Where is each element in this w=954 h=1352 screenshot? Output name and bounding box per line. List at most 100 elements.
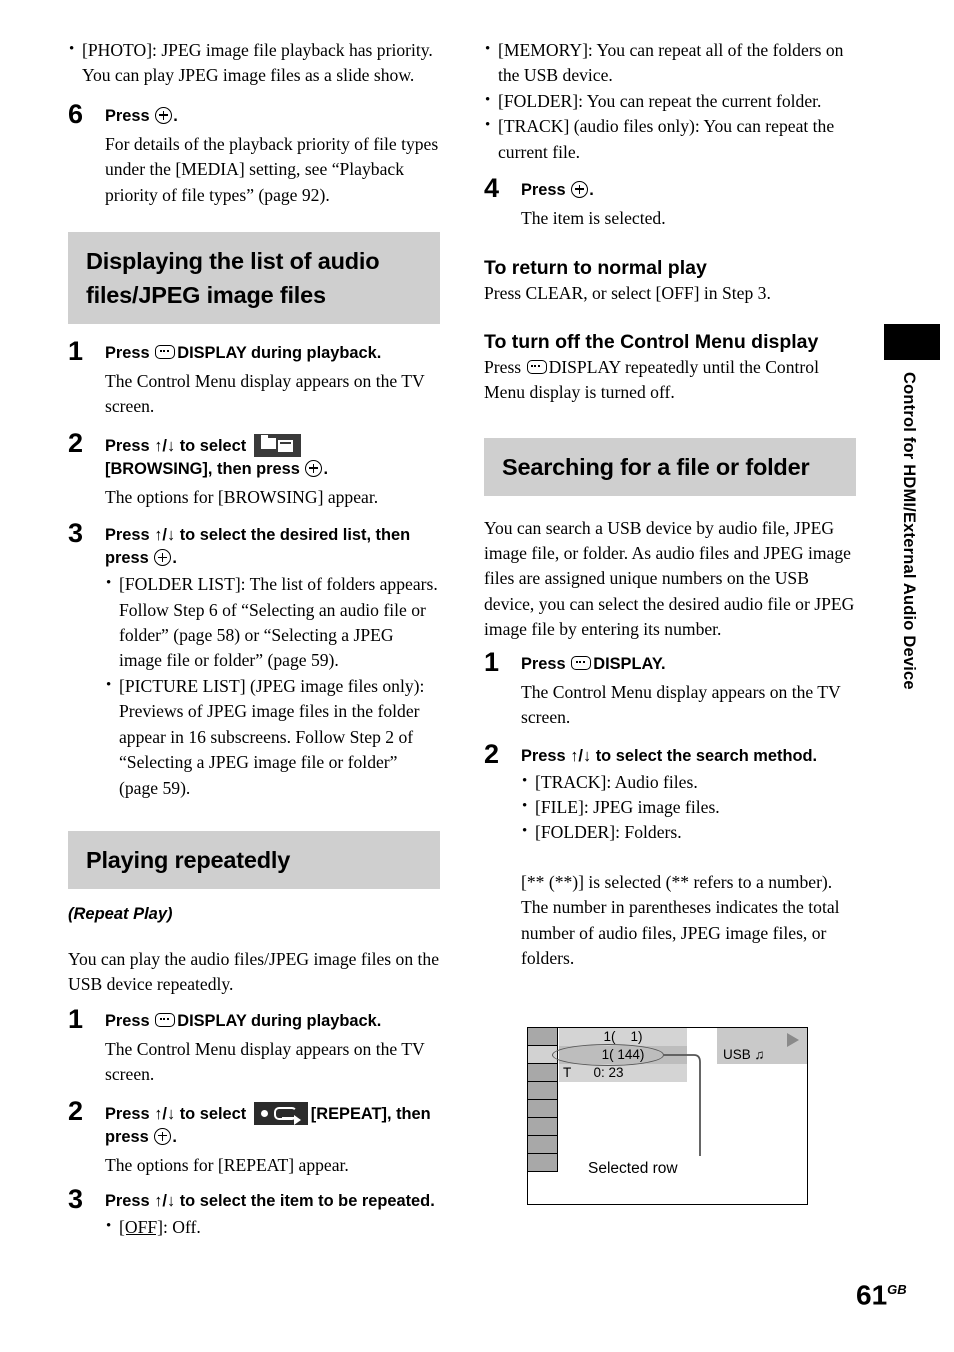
list-item: [PICTURE LIST] (JPEG image files only): … xyxy=(105,673,440,801)
list-item: [MEMORY]: You can repeat all of the fold… xyxy=(484,37,856,89)
enter-button-icon xyxy=(155,106,173,124)
list-item: [FOLDER]: You can repeat the current fol… xyxy=(484,88,856,114)
step-title: Press ↑/↓ to select the search method. xyxy=(521,746,818,765)
repeat-icon xyxy=(253,1101,308,1125)
step-body: The options for [REPEAT] appear. xyxy=(105,1154,349,1175)
list-item: [FILE]: JPEG image files. xyxy=(521,794,856,820)
enter-button-icon xyxy=(305,459,323,477)
figure-cell xyxy=(528,1154,558,1172)
subheading-turn-off-control-menu: To turn off the Control Menu display xyxy=(484,330,819,353)
figure-row-3: T 0: 23 xyxy=(559,1064,687,1082)
step-number: 1 xyxy=(484,646,500,677)
control-menu-figure: 1( 1) 1( 144) T 0: 23 USB ♫ Selected row xyxy=(527,1027,808,1205)
repeat-options-continued-list: [MEMORY]: You can repeat all of the fold… xyxy=(484,37,856,165)
manual-page: [PHOTO]: JPEG image file playback has pr… xyxy=(0,0,954,1352)
figure-cell xyxy=(528,1082,558,1100)
figure-usb-label: USB ♫ xyxy=(723,1046,765,1064)
selected-row-highlight-ellipse xyxy=(552,1044,664,1066)
step-title: Press . xyxy=(521,179,856,202)
step-number: 2 xyxy=(484,738,500,769)
display-button-icon xyxy=(526,359,547,374)
display-button-icon xyxy=(571,655,592,670)
step-title: Press DISPLAY during playback. xyxy=(105,342,440,365)
step-1-searching: 1 Press DISPLAY. The Control Menu displa… xyxy=(484,648,856,731)
side-tab-marker xyxy=(884,324,940,360)
step-title: Press ↑/↓ to select [BROWSING], then pre… xyxy=(105,433,440,481)
figure-source-panel: USB ♫ xyxy=(717,1028,807,1064)
body-pre: Press xyxy=(484,356,522,377)
figure-icon-column xyxy=(528,1028,558,1172)
page-number: 61GB xyxy=(856,1276,907,1309)
step-3-displaying: 3 Press ↑/↓ to select the desired list, … xyxy=(68,520,440,801)
step-title: Press DISPLAY. xyxy=(521,653,856,676)
step-body: The Control Menu display appears on the … xyxy=(521,681,841,728)
step-body: The item is selected. xyxy=(521,208,666,229)
left-column: [PHOTO]: JPEG image file playback has pr… xyxy=(68,37,440,1240)
step-1-displaying: 1 Press DISPLAY during playback. The Con… xyxy=(68,338,440,420)
step-number: 1 xyxy=(68,336,84,367)
browsing-icon xyxy=(253,433,301,457)
step-body: For details of the playback priority of … xyxy=(105,133,439,205)
figure-cell xyxy=(528,1136,558,1154)
step-title-pre: Press xyxy=(105,106,150,125)
repeat-play-subtitle: (Repeat Play) xyxy=(68,904,173,923)
step-body: The options for [BROWSING] appear. xyxy=(105,486,379,507)
step-title: Press . xyxy=(105,105,440,128)
step-title-pre: Press xyxy=(521,181,566,200)
music-note-icon: ♫ xyxy=(754,1047,765,1062)
figure-row-1: 1( 1) xyxy=(559,1028,687,1046)
list-item: [FOLDER LIST]: The list of folders appea… xyxy=(105,571,440,674)
display-button-icon xyxy=(155,1012,176,1027)
side-tab-label: Control for HDMI/External Audio Device xyxy=(900,372,918,690)
step-body: The Control Menu display appears on the … xyxy=(105,1038,425,1085)
list-item: [TRACK] (audio files only): You can repe… xyxy=(484,113,856,165)
subheading-return-to-normal-play: To return to normal play xyxy=(484,257,707,280)
step-number: 6 xyxy=(68,98,84,129)
step-3-repeat: 3 Press ↑/↓ to select the item to be rep… xyxy=(68,1185,440,1240)
list-item: [OFF]: Off. xyxy=(105,1214,440,1240)
step-title-post: DISPLAY. xyxy=(593,654,666,673)
step-number: 3 xyxy=(68,1183,84,1214)
step-number: 1 xyxy=(68,1003,84,1034)
step-1-repeat: 1 Press DISPLAY during playback. The Con… xyxy=(68,1005,440,1088)
step-title-post: DISPLAY during playback. xyxy=(177,1011,382,1030)
page-number-suffix: GB xyxy=(887,1282,907,1297)
off-option-rest: : Off. xyxy=(163,1216,201,1237)
figure-cell xyxy=(528,1118,558,1136)
step-3-bullet-list: [FOLDER LIST]: The list of folders appea… xyxy=(105,571,440,801)
list-item: [PHOTO]: JPEG image file playback has pr… xyxy=(68,37,440,89)
enter-button-icon xyxy=(154,1127,172,1145)
step-title-pre: Press xyxy=(105,1011,150,1030)
photo-bullet-list: [PHOTO]: JPEG image file playback has pr… xyxy=(68,37,440,89)
enter-button-icon xyxy=(154,549,172,567)
step-title-post: . xyxy=(173,106,178,125)
playing-repeatedly-intro: You can play the audio files/JPEG image … xyxy=(68,948,440,995)
section-heading-displaying-list: Displaying the list of audio files/JPEG … xyxy=(68,232,440,325)
usb-text: USB xyxy=(723,1047,751,1062)
step-number: 3 xyxy=(68,518,84,549)
display-button-icon xyxy=(155,345,176,360)
figure-caption: Selected row xyxy=(588,1160,678,1177)
play-icon xyxy=(787,1033,799,1047)
search-number-note: [** (**)] is selected (** refers to a nu… xyxy=(521,871,840,968)
figure-cell xyxy=(528,1100,558,1118)
step-title-pre: Press ↑/↓ to select xyxy=(105,436,247,455)
step-number: 2 xyxy=(68,427,84,458)
search-method-list: [TRACK]: Audio files. [FILE]: JPEG image… xyxy=(521,768,856,846)
step-2-displaying: 2 Press ↑/↓ to select [BROWSING], then p… xyxy=(68,429,440,510)
step-body: The Control Menu display appears on the … xyxy=(105,371,425,417)
list-item: [FOLDER]: Folders. xyxy=(521,819,856,845)
searching-intro: You can search a USB device by audio fil… xyxy=(484,517,855,640)
step-title-pre: Press ↑/↓ to select the desired list, th… xyxy=(105,526,411,568)
step-title-pre: Press xyxy=(521,654,566,673)
step-2-searching: 2 Press ↑/↓ to select the search method.… xyxy=(484,740,856,972)
step-title: Press ↑/↓ to select the item to be repea… xyxy=(105,1191,435,1210)
step-title-pre: Press xyxy=(105,344,150,363)
turn-off-control-menu-body: Press DISPLAY repeatedly until the Contr… xyxy=(484,355,856,406)
step-2-repeat: 2 Press ↑/↓ to select [REPEAT], then pre… xyxy=(68,1097,440,1178)
repeat-options-list: [OFF]: Off. xyxy=(105,1214,440,1240)
page-number-value: 61 xyxy=(856,1279,888,1311)
step-6: 6 Press . For details of the playback pr… xyxy=(68,100,440,208)
step-title-post: . xyxy=(172,1127,177,1146)
step-title: Press DISPLAY during playback. xyxy=(105,1010,440,1033)
